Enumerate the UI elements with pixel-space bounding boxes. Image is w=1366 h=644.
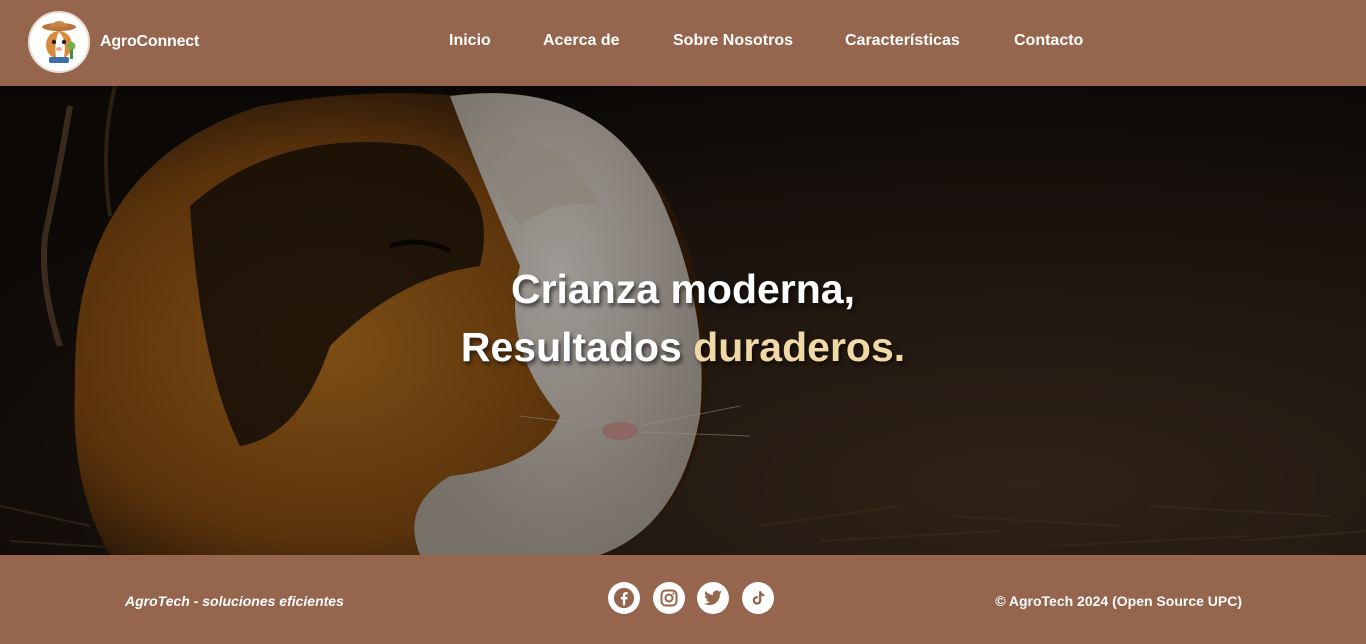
hero-section: Crianza moderna, Resultados duraderos. — [0, 86, 1366, 555]
twitter-icon — [703, 590, 723, 606]
brand[interactable]: AgroConnect — [28, 11, 199, 73]
navbar: AgroConnect Inicio Acerca de Sobre Nosot… — [0, 0, 1366, 86]
facebook-icon — [613, 587, 635, 609]
tiktok-icon — [752, 591, 764, 605]
brand-name[interactable]: AgroConnect — [100, 33, 199, 51]
nav-link-caracteristicas[interactable]: Características — [845, 32, 960, 50]
instagram-link[interactable] — [652, 582, 685, 614]
guinea-pig-hero-image — [0, 86, 1366, 555]
footer-tagline: AgroTech - soluciones eficientes — [125, 593, 344, 609]
instagram-icon — [660, 589, 677, 607]
nav-link-inicio[interactable]: Inicio — [449, 32, 491, 50]
footer: AgroTech - soluciones eficientes © AgroT… — [0, 555, 1366, 644]
hero-title-line2-text: Resultados — [460, 324, 694, 370]
hero-title-line1: Crianza moderna, — [510, 266, 856, 312]
hero-title-accent: duraderos. — [693, 324, 906, 370]
guinea-pig-logo-icon — [42, 21, 76, 63]
footer-copyright: © AgroTech 2024 (Open Source UPC) — [995, 593, 1242, 609]
nav-link-contacto[interactable]: Contacto — [1014, 32, 1083, 50]
hero-title-line2: Resultados duraderos. — [0, 324, 1366, 371]
nav-link-acerca-de[interactable]: Acerca de — [543, 32, 620, 50]
tiktok-link[interactable] — [741, 582, 774, 614]
facebook-link[interactable] — [608, 582, 640, 614]
twitter-link[interactable] — [697, 582, 729, 614]
logo[interactable] — [28, 11, 90, 73]
nav-link-sobre-nosotros[interactable]: Sobre Nosotros — [673, 32, 793, 50]
social-links — [608, 582, 786, 614]
